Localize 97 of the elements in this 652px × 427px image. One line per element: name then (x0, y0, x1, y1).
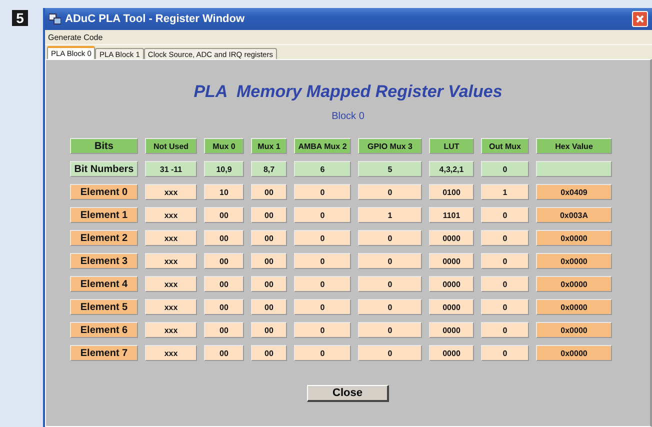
row-label: Element 3 (70, 253, 138, 269)
value-cell: xxx (145, 253, 197, 269)
bit-range-cell: 10,9 (204, 161, 244, 177)
value-cell: 0 (481, 207, 529, 223)
value-cell: 00 (204, 322, 244, 338)
hex-value-cell: 0x0000 (536, 299, 612, 315)
column-header: LUT (429, 138, 474, 154)
hex-value-cell: 0x003A (536, 207, 612, 223)
value-cell: 0000 (429, 299, 474, 315)
value-cell: xxx (145, 322, 197, 338)
hex-value-cell: 0x0000 (536, 253, 612, 269)
value-cell: xxx (145, 345, 197, 361)
value-cell: 1 (481, 184, 529, 200)
value-cell: 0000 (429, 230, 474, 246)
column-header: Not Used (145, 138, 197, 154)
row-label: Element 2 (70, 230, 138, 246)
value-cell: 0 (294, 184, 351, 200)
hex-value-cell: 0x0000 (536, 276, 612, 292)
hex-value-cell: 0x0409 (536, 184, 612, 200)
value-cell: 0 (481, 322, 529, 338)
value-cell: xxx (145, 184, 197, 200)
value-cell: xxx (145, 299, 197, 315)
menu-item[interactable]: Generate Code (48, 32, 103, 42)
value-cell: 0000 (429, 322, 474, 338)
column-header: AMBA Mux 2 (294, 138, 351, 154)
column-header: Mux 1 (251, 138, 287, 154)
value-cell: 10 (204, 184, 244, 200)
value-cell: 00 (251, 184, 287, 200)
app-icon (49, 13, 61, 25)
row-label: Bit Numbers (70, 161, 138, 177)
row-label: Element 7 (70, 345, 138, 361)
value-cell: 0 (294, 276, 351, 292)
value-cell: 0000 (429, 276, 474, 292)
column-header: Hex Value (536, 138, 612, 154)
value-cell: 0 (294, 230, 351, 246)
value-cell: 00 (204, 207, 244, 223)
value-cell: 0100 (429, 184, 474, 200)
row-label: Element 0 (70, 184, 138, 200)
bit-range-cell: 31 -11 (145, 161, 197, 177)
value-cell: 00 (251, 253, 287, 269)
column-header: Mux 0 (204, 138, 244, 154)
value-cell: 00 (251, 230, 287, 246)
bit-range-cell: 4,3,2,1 (429, 161, 474, 177)
value-cell: 00 (251, 345, 287, 361)
value-cell: 0 (294, 207, 351, 223)
bit-range-cell: 0 (481, 161, 529, 177)
panel-heading: PLA Memory Mapped Register Values (194, 82, 502, 102)
value-cell: 00 (204, 276, 244, 292)
value-cell: 0 (358, 345, 422, 361)
block-label: Block 0 (332, 111, 364, 122)
value-cell: 0 (358, 322, 422, 338)
value-cell: 0 (358, 299, 422, 315)
row-label: Element 1 (70, 207, 138, 223)
value-cell: 0 (358, 276, 422, 292)
value-cell: 0 (481, 230, 529, 246)
value-cell: 0 (358, 253, 422, 269)
value-cell: 0 (294, 322, 351, 338)
hex-value-cell: 0x0000 (536, 322, 612, 338)
value-cell: 00 (251, 276, 287, 292)
value-cell: 0000 (429, 345, 474, 361)
close-icon[interactable] (632, 11, 648, 27)
value-cell: 00 (251, 322, 287, 338)
value-cell: 0 (294, 253, 351, 269)
value-cell: 1101 (429, 207, 474, 223)
hex-value-cell: 0x0000 (536, 230, 612, 246)
column-header: Out Mux (481, 138, 529, 154)
value-cell: 00 (204, 299, 244, 315)
value-cell: 0 (481, 299, 529, 315)
bit-range-cell: 8,7 (251, 161, 287, 177)
value-cell: 0 (294, 345, 351, 361)
figure-number: 5 (12, 10, 28, 26)
value-cell: 00 (204, 230, 244, 246)
value-cell: 00 (251, 299, 287, 315)
close-button[interactable]: Close (307, 385, 389, 402)
value-cell: 0 (481, 276, 529, 292)
value-cell: 00 (204, 345, 244, 361)
window-title: ADuC PLA Tool - Register Window (65, 13, 246, 25)
value-cell: 0000 (429, 253, 474, 269)
value-cell: xxx (145, 207, 197, 223)
column-header: GPIO Mux 3 (358, 138, 422, 154)
value-cell: 00 (204, 253, 244, 269)
value-cell: 1 (358, 207, 422, 223)
value-cell: 0 (481, 345, 529, 361)
hex-value-cell: 0x0000 (536, 345, 612, 361)
value-cell: xxx (145, 276, 197, 292)
column-header: Bits (70, 138, 138, 154)
row-label: Element 5 (70, 299, 138, 315)
row-label: Element 4 (70, 276, 138, 292)
value-cell: 0 (481, 253, 529, 269)
value-cell: 00 (251, 207, 287, 223)
value-cell: 0 (358, 184, 422, 200)
bit-range-cell: 6 (294, 161, 351, 177)
bit-range-cell: 5 (358, 161, 422, 177)
value-cell: 0 (294, 299, 351, 315)
row-label: Element 6 (70, 322, 138, 338)
value-cell: 0 (358, 230, 422, 246)
value-cell: xxx (145, 230, 197, 246)
